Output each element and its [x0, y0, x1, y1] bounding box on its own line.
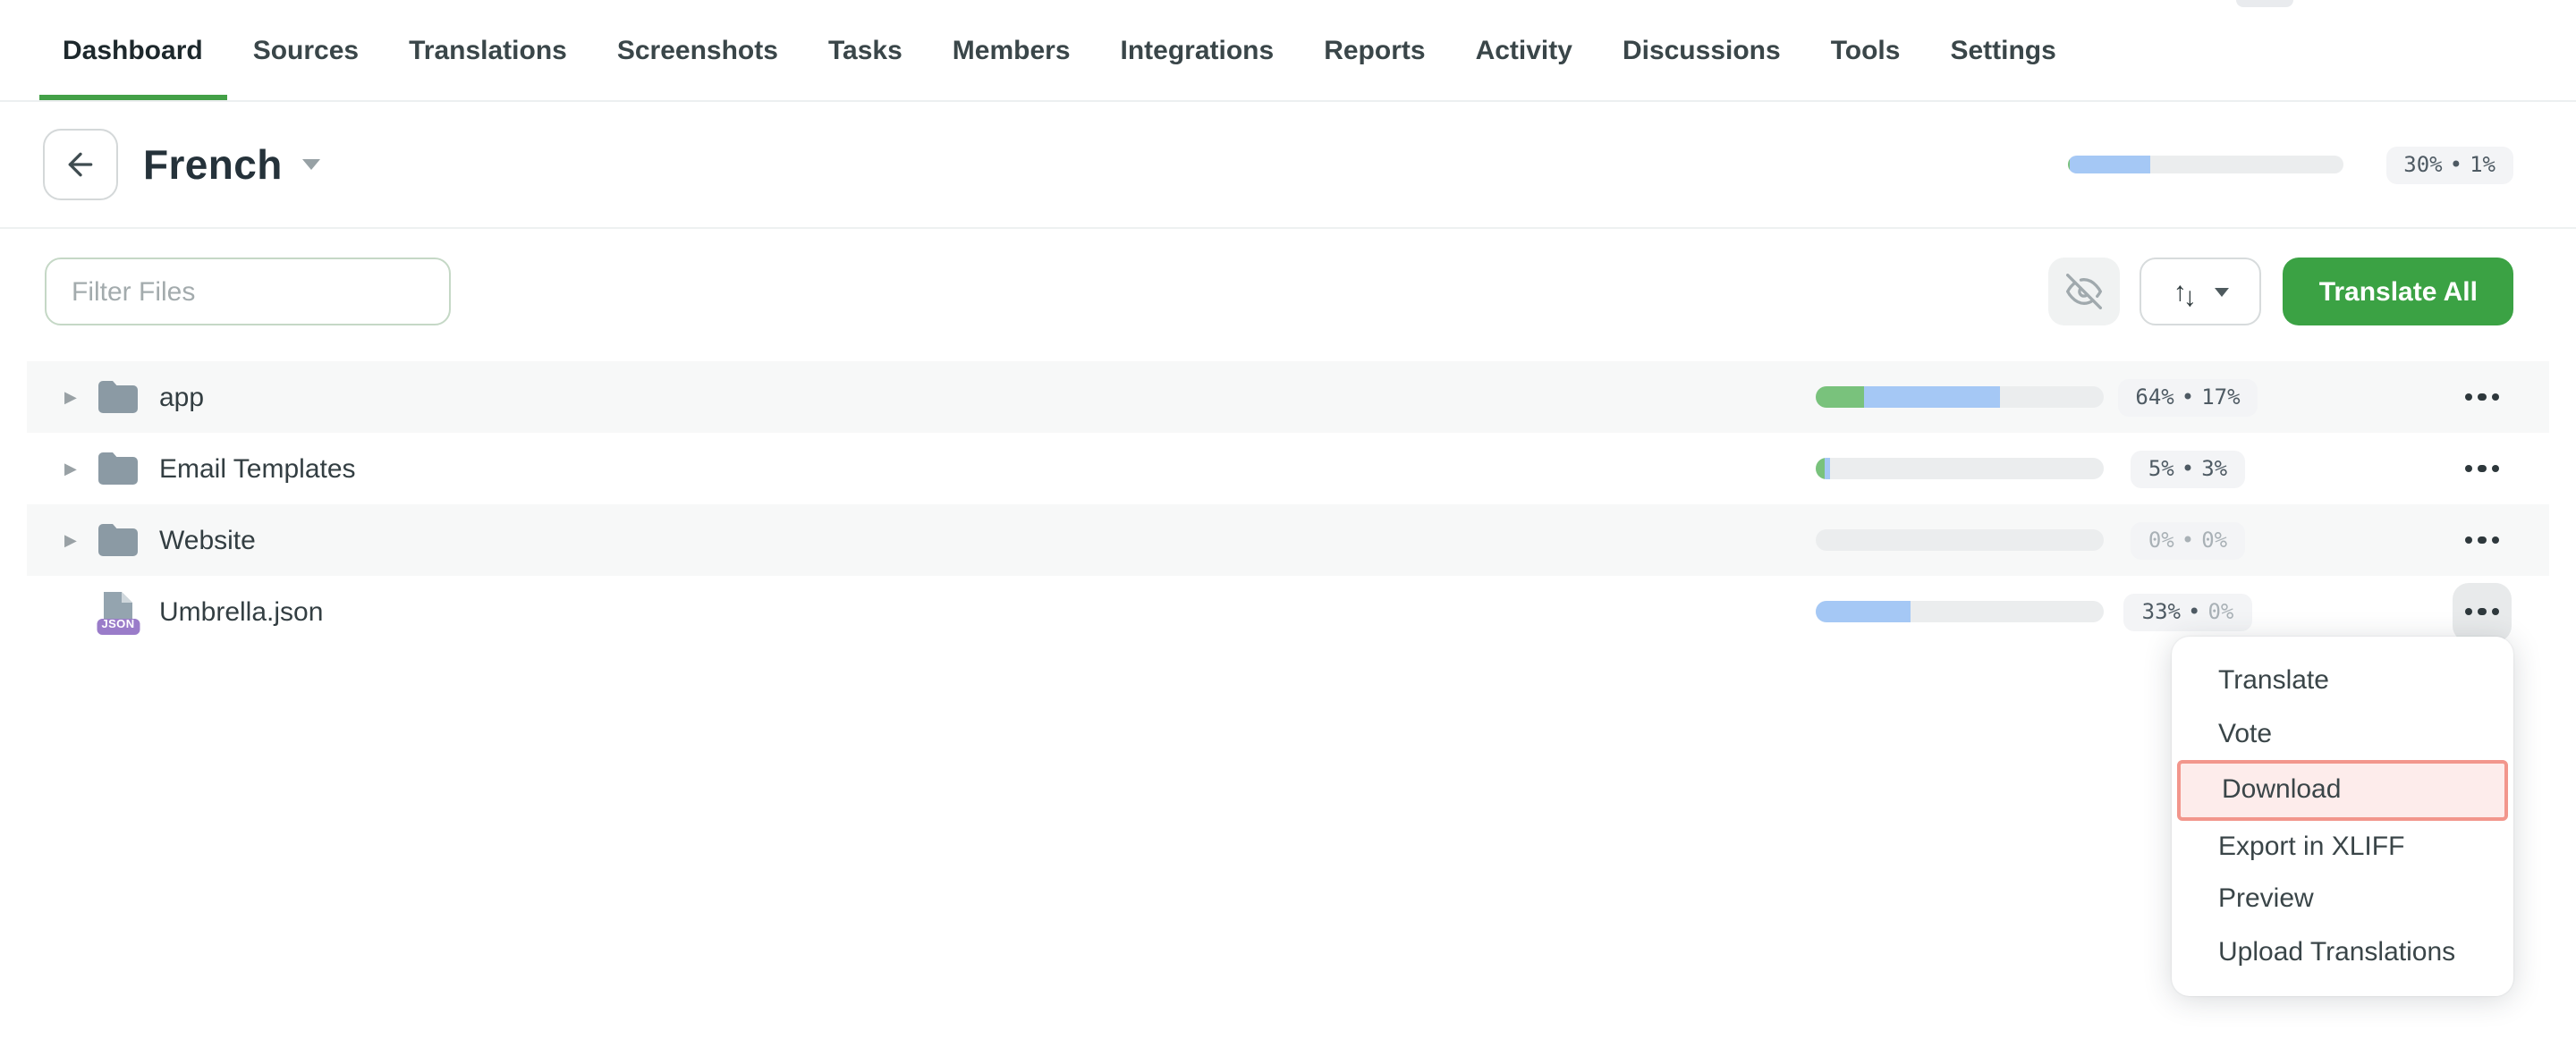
badge-separator: •: [2450, 151, 2462, 176]
progress-translated-segment: [2070, 156, 2149, 173]
project-nav: Dashboard Sources Translations Screensho…: [0, 0, 2576, 102]
expand-caret-icon[interactable]: ▶: [64, 387, 89, 407]
ellipsis-icon: [2465, 536, 2500, 545]
ellipsis-icon: [2465, 465, 2500, 473]
badge-separator: •: [2182, 455, 2194, 480]
row-actions-button-active[interactable]: [2453, 582, 2512, 641]
sort-order-button[interactable]: ↑↓: [2140, 258, 2262, 325]
nav-tab-tasks[interactable]: Tasks: [803, 0, 928, 100]
badge-separator: •: [2182, 527, 2194, 552]
progress-approved-segment: [1816, 386, 1865, 408]
row-stats-badge: 0% • 0%: [2131, 521, 2245, 559]
file-name: Website: [159, 525, 256, 555]
json-file-icon: JSON: [97, 592, 140, 631]
badge-approved: 1%: [2470, 151, 2496, 176]
arrow-left-icon: [63, 147, 98, 182]
nav-tab-activity[interactable]: Activity: [1451, 0, 1597, 100]
folder-icon: [97, 381, 140, 413]
badge-translated: 5%: [2148, 455, 2174, 480]
badge-separator: •: [2188, 598, 2200, 623]
progress-translated-segment: [1816, 601, 1911, 622]
ellipsis-icon: [2465, 608, 2500, 616]
progress-translated-segment: [1825, 458, 1830, 479]
file-name: Email Templates: [159, 453, 356, 484]
row-progress-bar: [1816, 529, 2104, 551]
badge-approved: 0%: [2207, 598, 2233, 623]
badge-translated: 33%: [2142, 598, 2181, 623]
nav-tab-dashboard[interactable]: Dashboard: [39, 0, 228, 100]
file-name: Umbrella.json: [159, 596, 323, 627]
nav-tab-settings[interactable]: Settings: [1925, 0, 2080, 100]
filter-files-input[interactable]: [45, 258, 451, 325]
context-menu-item[interactable]: Download: [2177, 760, 2508, 820]
nav-tab-sources[interactable]: Sources: [228, 0, 384, 100]
expand-caret-icon[interactable]: ▶: [64, 459, 89, 478]
badge-translated: 30%: [2403, 151, 2442, 176]
row-progress-bar: [1816, 458, 2104, 479]
badge-approved: 0%: [2201, 527, 2227, 552]
json-file-type-badge: JSON: [97, 618, 139, 635]
language-progress-bar: [2067, 156, 2343, 173]
row-actions-button[interactable]: [2453, 367, 2512, 427]
nav-tab-screenshots[interactable]: Screenshots: [592, 0, 803, 100]
nav-tab-discussions[interactable]: Discussions: [1597, 0, 1806, 100]
row-progress-bar: [1816, 601, 2104, 622]
context-menu-item[interactable]: Preview: [2172, 873, 2513, 925]
row-progress-bar: [1816, 386, 2104, 408]
language-switcher-caret-icon[interactable]: [302, 159, 320, 170]
context-menu-item[interactable]: Export in XLIFF: [2172, 820, 2513, 873]
language-stats-badge: 30% • 1%: [2385, 146, 2513, 183]
file-row-app[interactable]: ▶ app 64% • 17%: [27, 361, 2549, 433]
nav-tab-integrations[interactable]: Integrations: [1096, 0, 1300, 100]
sort-caret-icon: [2215, 287, 2229, 296]
nav-tab-reports[interactable]: Reports: [1299, 0, 1450, 100]
progress-approved-segment: [1816, 458, 1825, 479]
row-actions-button[interactable]: [2453, 511, 2512, 570]
badge-translated: 0%: [2148, 527, 2174, 552]
translate-all-button[interactable]: Translate All: [2284, 258, 2513, 325]
page-title: French: [143, 140, 283, 189]
file-list: ▶ app 64% • 17% ▶: [27, 361, 2549, 647]
language-header: French 30% • 1%: [0, 102, 2576, 229]
badge-translated: 64%: [2135, 384, 2174, 409]
file-context-menu: Translate Vote Download Export in XLIFF …: [2172, 637, 2513, 996]
nav-tab-translations[interactable]: Translations: [384, 0, 592, 100]
file-row-umbrella-json[interactable]: JSON Umbrella.json 33% • 0%: [27, 576, 2549, 647]
folder-icon: [97, 452, 140, 485]
nav-tab-members[interactable]: Members: [928, 0, 1096, 100]
progress-translated-segment: [1865, 386, 2000, 408]
eye-off-icon: [2067, 274, 2103, 309]
context-menu-item[interactable]: Upload Translations: [2172, 925, 2513, 978]
file-row-website[interactable]: ▶ Website 0% • 0%: [27, 504, 2549, 576]
file-name: app: [159, 382, 204, 412]
row-stats-badge: 5% • 3%: [2131, 450, 2245, 487]
sort-arrows-icon: ↑↓: [2174, 278, 2193, 305]
badge-approved: 17%: [2201, 384, 2240, 409]
row-actions-button[interactable]: [2453, 439, 2512, 498]
badge-separator: •: [2182, 384, 2194, 409]
files-toolbar: ↑↓ Translate All: [0, 229, 2576, 325]
back-button[interactable]: [43, 129, 118, 200]
project-language-page: Dashboard Sources Translations Screensho…: [0, 0, 2576, 1039]
badge-approved: 3%: [2201, 455, 2227, 480]
nav-tab-tools[interactable]: Tools: [1806, 0, 1926, 100]
folder-icon: [97, 524, 140, 556]
expand-caret-icon[interactable]: ▶: [64, 530, 89, 550]
cutoff-element-sliver: [2236, 0, 2293, 7]
file-row-email-templates[interactable]: ▶ Email Templates 5% • 3%: [27, 433, 2549, 504]
toggle-hidden-files-button[interactable]: [2049, 258, 2121, 325]
row-stats-badge: 64% • 17%: [2117, 378, 2258, 416]
context-menu-item[interactable]: Translate: [2172, 655, 2513, 707]
context-menu-item[interactable]: Vote: [2172, 707, 2513, 760]
row-stats-badge: 33% • 0%: [2124, 593, 2252, 630]
ellipsis-icon: [2465, 393, 2500, 401]
